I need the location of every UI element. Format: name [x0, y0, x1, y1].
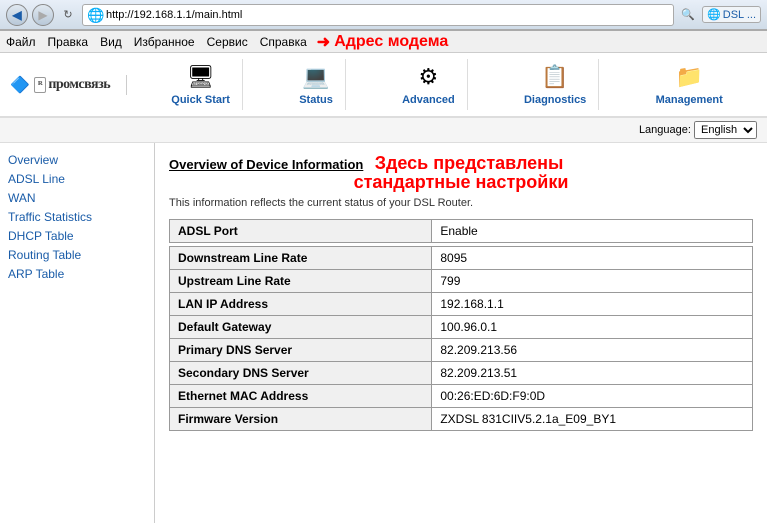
table-cell-label-upstream: Upstream Line Rate	[170, 270, 432, 293]
menu-view[interactable]: Вид	[100, 35, 122, 49]
sidebar-item-overview[interactable]: Overview	[8, 153, 146, 167]
sidebar-item-arp-table[interactable]: ARP Table	[8, 267, 146, 281]
table-cell-label-downstream: Downstream Line Rate	[170, 247, 432, 270]
table-cell-label-secondary-dns: Secondary DNS Server	[170, 362, 432, 385]
nav-tab-advanced[interactable]: ⚙ Advanced	[390, 59, 468, 110]
table-cell-label-lan-ip: LAN IP Address	[170, 293, 432, 316]
management-icon: 📁	[673, 63, 705, 91]
table-row-primary-dns: Primary DNS Server 82.209.213.56	[170, 339, 753, 362]
sidebar-item-adsl-line[interactable]: ADSL Line	[8, 172, 146, 186]
menu-service[interactable]: Сервис	[207, 35, 248, 49]
diagnostics-label: Diagnostics	[524, 94, 586, 106]
diagnostics-icon: 📋	[539, 63, 571, 91]
title-row: Overview of Device Information Здесь пре…	[169, 153, 753, 174]
table-cell-value-adsl-port: Enable	[432, 220, 753, 243]
ie-icon: 🌐	[87, 7, 103, 23]
search-label-text: DSL ...	[723, 9, 756, 21]
search-label[interactable]: 🌐 DSL ...	[702, 6, 761, 23]
table-cell-value-mac: 00:26:ED:6D:F9:0D	[432, 385, 753, 408]
menu-annotation-wrapper: Файл Правка Вид Избранное Сервис Справка…	[6, 32, 761, 52]
header-nav: 🔷 ᴿпромсвязь 🖥 Quick Start 💻 Status ⚙ Ad…	[0, 53, 767, 118]
lang-bar: Language: English	[0, 118, 767, 143]
sidebar-item-routing-table[interactable]: Routing Table	[8, 248, 146, 262]
table-cell-value-secondary-dns: 82.209.213.51	[432, 362, 753, 385]
table-cell-value-gateway: 100.96.0.1	[432, 316, 753, 339]
sidebar-item-wan[interactable]: WAN	[8, 191, 146, 205]
refresh-button[interactable]: ↻	[58, 5, 78, 25]
modem-address-annotation: Адрес модема	[334, 33, 448, 51]
table-row-firmware: Firmware Version ZXDSL 831CIIV5.2.1a_E09…	[170, 408, 753, 431]
menu-help[interactable]: Справка	[260, 35, 307, 49]
main-wrapper: 🔷 ᴿпромсвязь 🖥 Quick Start 💻 Status ⚙ Ad…	[0, 53, 767, 523]
nav-tab-quick-start[interactable]: 🖥 Quick Start	[159, 59, 243, 110]
nav-tab-management[interactable]: 📁 Management	[644, 59, 735, 110]
annotation-line2-row: стандартные настройки	[169, 172, 753, 193]
quick-start-label: Quick Start	[171, 94, 230, 106]
page-title: Overview of Device Information	[169, 157, 363, 172]
quick-start-icon: 🖥	[185, 63, 217, 91]
menu-bar: Файл Правка Вид Избранное Сервис Справка…	[0, 31, 767, 53]
browser-toolbar: ◀ ▶ ↻ 🌐 🔍 🌐 DSL ...	[0, 0, 767, 30]
forward-button[interactable]: ▶	[32, 4, 54, 26]
status-label: Status	[299, 94, 333, 106]
arrow-annotation: ➜	[317, 32, 330, 52]
menu-file[interactable]: Файл	[6, 35, 36, 49]
table-cell-label-gateway: Default Gateway	[170, 316, 432, 339]
logo: 🔷 ᴿпромсвязь	[10, 75, 127, 95]
nav-tabs: 🖥 Quick Start 💻 Status ⚙ Advanced 📋 Diag…	[137, 59, 757, 110]
table-row-adsl-port: ADSL Port Enable	[170, 220, 753, 243]
language-label: Language:	[639, 124, 691, 136]
table-row-upstream: Upstream Line Rate 799	[170, 270, 753, 293]
language-select[interactable]: English	[694, 121, 757, 139]
table-row-downstream: Downstream Line Rate 8095	[170, 247, 753, 270]
table-cell-value-upstream: 799	[432, 270, 753, 293]
table-row-lan-ip: LAN IP Address 192.168.1.1	[170, 293, 753, 316]
management-label: Management	[656, 94, 723, 106]
menu-edit[interactable]: Правка	[48, 35, 89, 49]
sidebar: Overview ADSL Line WAN Traffic Statistic…	[0, 143, 155, 523]
advanced-label: Advanced	[402, 94, 455, 106]
table-cell-value-firmware: ZXDSL 831CIIV5.2.1a_E09_BY1	[432, 408, 753, 431]
annotation-line1: Здесь представлены	[375, 153, 564, 173]
table-cell-label-primary-dns: Primary DNS Server	[170, 339, 432, 362]
info-table: ADSL Port Enable Downstream Line Rate 80…	[169, 219, 753, 431]
content-area: Overview ADSL Line WAN Traffic Statistic…	[0, 143, 767, 523]
main-content: Overview of Device Information Здесь пре…	[155, 143, 767, 523]
table-cell-value-downstream: 8095	[432, 247, 753, 270]
annotation-line2: стандартные настройки	[169, 172, 753, 193]
table-cell-label-adsl-port: ADSL Port	[170, 220, 432, 243]
table-cell-value-lan-ip: 192.168.1.1	[432, 293, 753, 316]
table-row-gateway: Default Gateway 100.96.0.1	[170, 316, 753, 339]
table-row-mac: Ethernet MAC Address 00:26:ED:6D:F9:0D	[170, 385, 753, 408]
browser-chrome: ◀ ▶ ↻ 🌐 🔍 🌐 DSL ...	[0, 0, 767, 31]
back-button[interactable]: ◀	[6, 4, 28, 26]
table-cell-label-mac: Ethernet MAC Address	[170, 385, 432, 408]
address-bar: 🌐	[82, 4, 674, 26]
dsl-icon: 🌐	[707, 8, 721, 21]
sidebar-item-dhcp-table[interactable]: DHCP Table	[8, 229, 146, 243]
advanced-icon: ⚙	[412, 63, 444, 91]
nav-tab-status[interactable]: 💻 Status	[287, 59, 346, 110]
table-cell-label-firmware: Firmware Version	[170, 408, 432, 431]
nav-tab-diagnostics[interactable]: 📋 Diagnostics	[512, 59, 599, 110]
address-input[interactable]	[106, 9, 669, 21]
logo-icon: 🔷	[10, 75, 30, 95]
table-row-secondary-dns: Secondary DNS Server 82.209.213.51	[170, 362, 753, 385]
status-icon: 💻	[300, 63, 332, 91]
subtitle: This information reflects the current st…	[169, 197, 753, 209]
sidebar-item-traffic-statistics[interactable]: Traffic Statistics	[8, 210, 146, 224]
menu-favorites[interactable]: Избранное	[134, 35, 195, 49]
logo-text: ᴿпромсвязь	[34, 77, 110, 93]
table-cell-value-primary-dns: 82.209.213.56	[432, 339, 753, 362]
search-button[interactable]: 🔍	[678, 5, 698, 25]
